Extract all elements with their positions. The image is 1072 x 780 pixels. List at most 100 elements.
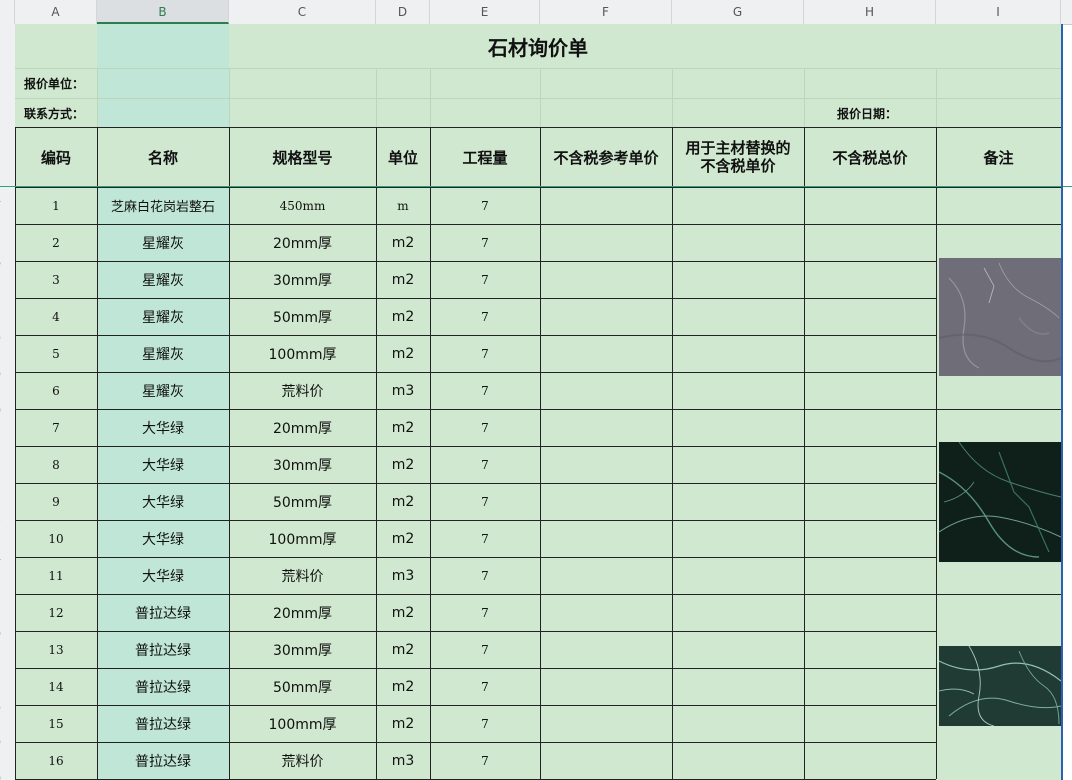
cell-name[interactable]: 星耀灰 bbox=[97, 335, 229, 372]
spreadsheet-grid[interactable]: 石材询价单 报价单位： 联系方式： 报价日期： 编码 名称 规格型号 单位 工程量 不含税… bbox=[15, 24, 1062, 780]
cell-spec[interactable]: 30mm厚 bbox=[229, 261, 376, 298]
header-6[interactable]: 用于主材替换的不含税单价 bbox=[672, 127, 804, 187]
cell-empty[interactable] bbox=[540, 557, 672, 594]
row-number[interactable]: 8 bbox=[0, 330, 14, 343]
cell-code[interactable]: 13 bbox=[15, 631, 97, 668]
cell-empty[interactable] bbox=[672, 335, 804, 372]
cell-empty[interactable] bbox=[540, 742, 672, 779]
cell-unit[interactable]: m2 bbox=[376, 631, 430, 668]
cell-code[interactable]: 2 bbox=[15, 224, 97, 261]
row-number[interactable]: 4 bbox=[0, 552, 14, 565]
cell-spec[interactable]: 30mm厚 bbox=[229, 631, 376, 668]
cell-name[interactable]: 普拉达绿 bbox=[97, 631, 229, 668]
cell-empty[interactable] bbox=[804, 409, 936, 446]
quote-date-label[interactable]: 报价日期： bbox=[828, 98, 938, 128]
cell-name[interactable]: 星耀灰 bbox=[97, 372, 229, 409]
cell-qty[interactable]: 7 bbox=[430, 261, 540, 298]
cell-spec[interactable]: 荒料价 bbox=[229, 742, 376, 779]
cell-name[interactable]: 大华绿 bbox=[97, 483, 229, 520]
cell-empty[interactable] bbox=[804, 187, 936, 224]
cell-unit[interactable]: m2 bbox=[376, 483, 430, 520]
cell-name[interactable]: 普拉达绿 bbox=[97, 742, 229, 779]
column-header-b[interactable]: B bbox=[97, 0, 229, 24]
row-number[interactable]: 4 bbox=[0, 194, 14, 207]
cell-empty[interactable] bbox=[804, 668, 936, 705]
cell-empty[interactable] bbox=[672, 187, 804, 224]
cell-qty[interactable]: 7 bbox=[430, 372, 540, 409]
row-number[interactable]: 5 bbox=[0, 220, 14, 233]
cell-qty[interactable]: 7 bbox=[430, 409, 540, 446]
cell-qty[interactable]: 7 bbox=[430, 224, 540, 261]
cell-unit[interactable]: m3 bbox=[376, 742, 430, 779]
column-header-e[interactable]: E bbox=[430, 0, 540, 24]
cell-code[interactable]: 16 bbox=[15, 742, 97, 779]
row-number[interactable]: 2 bbox=[0, 478, 14, 491]
cell-code[interactable]: 1 bbox=[15, 187, 97, 224]
cell-unit[interactable]: m3 bbox=[376, 557, 430, 594]
cell-empty[interactable] bbox=[804, 520, 936, 557]
cell-empty[interactable] bbox=[540, 335, 672, 372]
cell-empty[interactable] bbox=[540, 261, 672, 298]
column-header-d[interactable]: D bbox=[376, 0, 430, 24]
header-0[interactable]: 编码 bbox=[15, 127, 97, 187]
cell-unit[interactable]: m2 bbox=[376, 668, 430, 705]
cell-name[interactable]: 星耀灰 bbox=[97, 298, 229, 335]
cell-empty[interactable] bbox=[672, 298, 804, 335]
cell-unit[interactable]: m3 bbox=[376, 372, 430, 409]
cell-code[interactable]: 12 bbox=[15, 594, 97, 631]
cell-qty[interactable]: 7 bbox=[430, 520, 540, 557]
row-number[interactable]: 1 bbox=[0, 72, 14, 85]
cell-empty[interactable] bbox=[804, 557, 936, 594]
cell-qty[interactable]: 7 bbox=[430, 705, 540, 742]
row-number[interactable]: 7 bbox=[0, 664, 14, 677]
cell-empty[interactable] bbox=[672, 224, 804, 261]
gray-marble-swatch[interactable] bbox=[938, 258, 1062, 376]
column-header-h[interactable]: H bbox=[804, 0, 936, 24]
cell-spec[interactable]: 荒料价 bbox=[229, 557, 376, 594]
cell-qty[interactable]: 7 bbox=[430, 631, 540, 668]
cell-empty[interactable] bbox=[804, 261, 936, 298]
header-2[interactable]: 规格型号 bbox=[229, 127, 376, 187]
cell-empty[interactable] bbox=[804, 631, 936, 668]
cell-spec[interactable]: 50mm厚 bbox=[229, 483, 376, 520]
cell-empty[interactable] bbox=[540, 372, 672, 409]
cell-qty[interactable]: 7 bbox=[430, 335, 540, 372]
cell-code[interactable]: 3 bbox=[15, 261, 97, 298]
cell-empty[interactable] bbox=[672, 520, 804, 557]
cell-empty[interactable] bbox=[540, 483, 672, 520]
cell-empty[interactable] bbox=[804, 335, 936, 372]
row-number[interactable]: 0 bbox=[0, 772, 14, 780]
contact-label[interactable]: 联系方式： bbox=[15, 98, 97, 128]
cell-empty[interactable] bbox=[672, 742, 804, 779]
cell-code[interactable]: 10 bbox=[15, 520, 97, 557]
column-header-g[interactable]: G bbox=[672, 0, 804, 24]
cell-empty[interactable] bbox=[672, 705, 804, 742]
dark-green-marble-swatch[interactable] bbox=[938, 441, 1062, 562]
cell-empty[interactable] bbox=[672, 594, 804, 631]
row-number[interactable]: 5 bbox=[0, 590, 14, 603]
cell-empty[interactable] bbox=[672, 631, 804, 668]
cell-empty[interactable] bbox=[804, 742, 936, 779]
cell-qty[interactable]: 7 bbox=[430, 187, 540, 224]
header-5[interactable]: 不含税参考单价 bbox=[540, 127, 672, 187]
header-7[interactable]: 不含税总价 bbox=[804, 127, 936, 187]
cell-code[interactable]: 6 bbox=[15, 372, 97, 409]
cell-code[interactable]: 14 bbox=[15, 668, 97, 705]
cell-empty[interactable] bbox=[540, 187, 672, 224]
cell-qty[interactable]: 7 bbox=[430, 557, 540, 594]
cell-qty[interactable]: 7 bbox=[430, 298, 540, 335]
green-marble-swatch[interactable] bbox=[938, 645, 1062, 727]
cell-name[interactable]: 大华绿 bbox=[97, 446, 229, 483]
select-all-corner[interactable] bbox=[0, 0, 15, 24]
cell-code[interactable]: 11 bbox=[15, 557, 97, 594]
cell-empty[interactable] bbox=[672, 372, 804, 409]
cell-code[interactable]: 4 bbox=[15, 298, 97, 335]
cell-empty[interactable] bbox=[540, 594, 672, 631]
row-number[interactable]: 3 bbox=[0, 514, 14, 527]
cell-unit[interactable]: m2 bbox=[376, 594, 430, 631]
cell-unit[interactable]: m bbox=[376, 187, 430, 224]
row-number[interactable]: 3 bbox=[0, 148, 14, 161]
cell-code[interactable]: 5 bbox=[15, 335, 97, 372]
row-number[interactable]: 2 bbox=[0, 102, 14, 115]
cell-unit[interactable]: m2 bbox=[376, 446, 430, 483]
